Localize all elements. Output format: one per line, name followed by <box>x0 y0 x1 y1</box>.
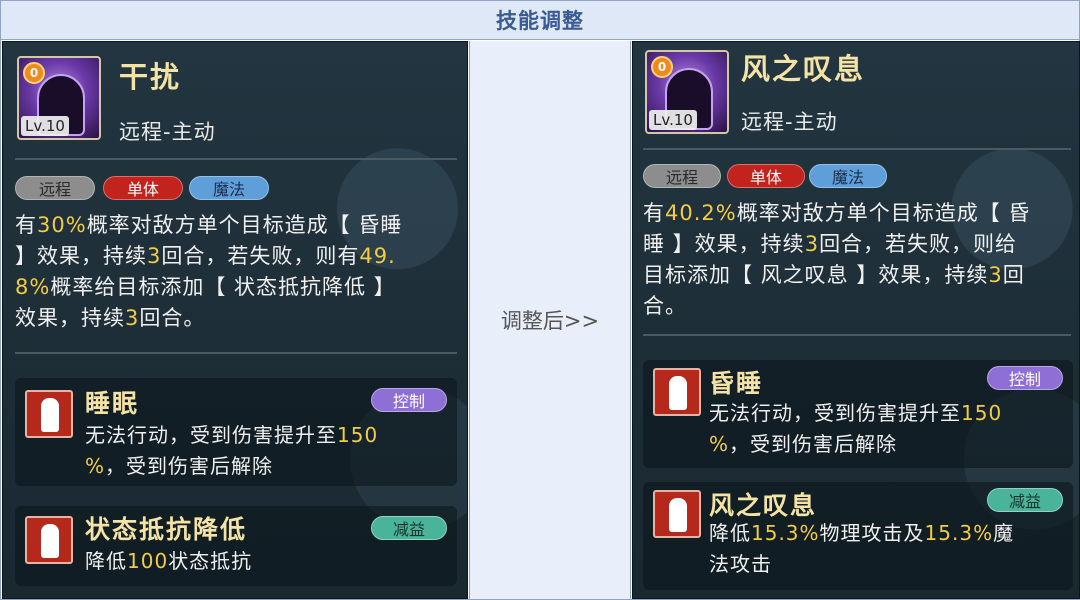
skill-description: 有40.2%概率对敌方单个目标造成【 昏 睡 】效果，持续3回合，若失败，则给 … <box>643 201 1031 318</box>
table-header: 技能调整 <box>1 1 1079 40</box>
wind-sigh-status-icon <box>653 490 701 538</box>
status-name: 睡眠 <box>85 389 140 418</box>
status-tag-debuff: 减益 <box>371 516 447 540</box>
skill-level: Lv.10 <box>649 110 697 130</box>
divider <box>643 334 1071 336</box>
skill-card-after: 0 Lv.10 风之叹息 远程-主动 远程 单体 魔法 有40.2%概率对敌方单… <box>632 41 1080 599</box>
status-name: 昏睡 <box>709 369 764 398</box>
skill-subtitle: 远程-主动 <box>119 120 216 144</box>
skill-name: 干扰 <box>119 60 182 94</box>
skill-card-before: 0 Lv.10 干扰 远程-主动 远程 单体 魔法 有30%概率对敌方单个目标造… <box>2 41 468 599</box>
tag-single: 单体 <box>103 176 183 200</box>
status-card-resist-down: 状态抵抗降低 减益 降低100状态抵抗 <box>15 506 457 586</box>
tag-magic: 魔法 <box>189 176 269 200</box>
status-card-sleep: 睡眠 控制 无法行动，受到伤害提升至150 %，受到伤害后解除 <box>15 378 457 486</box>
status-name: 风之叹息 <box>709 491 818 520</box>
status-tag-control: 控制 <box>987 366 1063 390</box>
status-tag-control: 控制 <box>371 388 447 412</box>
status-description: 无法行动，受到伤害提升至150 %，受到伤害后解除 <box>85 423 379 478</box>
header-title: 技能调整 <box>496 9 584 33</box>
status-card-stun: 昏睡 控制 无法行动，受到伤害提升至150 %，受到伤害后解除 <box>643 360 1073 468</box>
divider <box>15 352 457 354</box>
skill-description: 有30%概率对敌方单个目标造成【 昏睡 】效果，持续3回合，若失败，则有49. … <box>15 213 403 330</box>
status-tag-debuff: 减益 <box>987 488 1063 512</box>
tag-single: 单体 <box>727 164 805 188</box>
status-card-wind-sigh: 风之叹息 减益 降低15.3%物理攻击及15.3%魔 法攻击 <box>643 482 1073 590</box>
tag-ranged: 远程 <box>15 176 95 200</box>
stun-status-icon <box>653 368 701 416</box>
skill-badge: 0 <box>23 62 45 84</box>
resist-down-status-icon <box>25 516 73 564</box>
dark-spirit-skill-icon: 0 Lv.10 <box>645 50 729 134</box>
arrow-label-cell: 调整后>> <box>469 41 631 599</box>
after-adjustment-label: 调整后>> <box>500 309 600 333</box>
status-description: 降低100状态抵抗 <box>85 549 253 573</box>
status-description: 无法行动，受到伤害提升至150 %，受到伤害后解除 <box>709 401 1003 456</box>
sleep-status-icon <box>25 390 73 438</box>
status-description: 降低15.3%物理攻击及15.3%魔 法攻击 <box>709 521 1015 576</box>
divider <box>15 158 457 160</box>
skill-badge: 0 <box>651 56 673 78</box>
skill-subtitle: 远程-主动 <box>741 110 838 134</box>
divider <box>643 148 1071 150</box>
dark-spirit-skill-icon: 0 Lv.10 <box>17 56 101 140</box>
skill-name: 风之叹息 <box>741 52 866 86</box>
status-name: 状态抵抗降低 <box>85 515 248 544</box>
tag-ranged: 远程 <box>643 164 721 188</box>
comparison-table: 技能调整 0 Lv.10 干扰 远程-主动 远程 单体 魔法 有30%概率对敌方… <box>0 0 1080 600</box>
tag-magic: 魔法 <box>809 164 887 188</box>
skill-level: Lv.10 <box>21 116 69 136</box>
